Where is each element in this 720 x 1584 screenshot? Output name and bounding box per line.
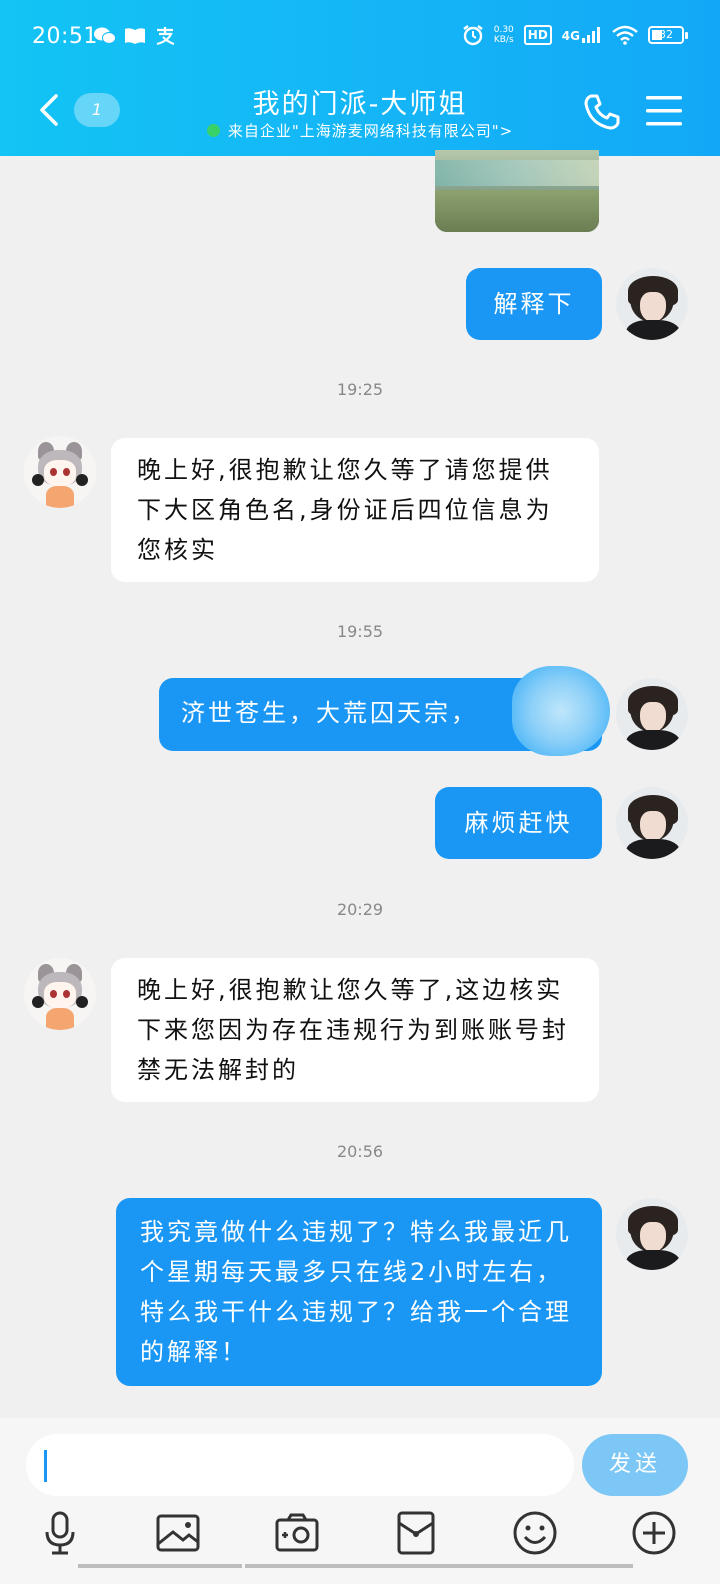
input-bar: 发送 — [0, 1418, 720, 1584]
book-icon — [125, 28, 145, 44]
agent-avatar[interactable] — [24, 436, 96, 508]
message-input[interactable] — [26, 1434, 574, 1496]
plus-icon[interactable] — [631, 1510, 677, 1556]
status-time: 20:51 — [32, 24, 98, 49]
timestamp: 20:29 — [336, 900, 384, 919]
wifi-icon — [612, 25, 638, 45]
chat-header: 20:51 0.30 KB/s HD 4G 32 1 我的门派-大师姐 来自企业… — [0, 0, 720, 156]
message-bubble[interactable]: 晚上好,很抱歉让您久等了,这边核实下来您因为存在违规行为到账账号封禁无法解封的 — [111, 958, 599, 1102]
mic-icon[interactable] — [37, 1510, 83, 1556]
agent-avatar[interactable] — [24, 958, 96, 1030]
text-caret — [44, 1450, 47, 1482]
verified-dot-icon — [206, 124, 220, 137]
user-avatar[interactable] — [616, 268, 688, 340]
user-avatar[interactable] — [616, 787, 688, 859]
alarm-icon — [463, 25, 483, 46]
user-avatar[interactable] — [616, 1198, 688, 1270]
timestamp: 19:25 — [336, 380, 384, 399]
alipay-icon — [156, 27, 175, 46]
message-bubble[interactable]: 解释下 — [466, 268, 602, 340]
scroll-indicator — [245, 1564, 633, 1568]
message-bubble[interactable]: 麻烦赶快 — [435, 787, 602, 859]
timestamp: 19:55 — [336, 622, 384, 641]
menu-icon[interactable] — [646, 94, 682, 128]
battery-icon: 32 — [648, 26, 688, 44]
camera-icon[interactable] — [274, 1510, 320, 1556]
redaction-blur — [512, 666, 610, 756]
phone-icon[interactable] — [582, 92, 622, 132]
send-button[interactable]: 发送 — [582, 1434, 688, 1496]
timestamp: 20:56 — [336, 1142, 384, 1161]
wechat-icon — [94, 27, 116, 44]
scroll-indicator — [78, 1564, 242, 1568]
network-type: 4G — [561, 29, 580, 43]
image-icon[interactable] — [155, 1510, 201, 1556]
emoji-icon[interactable] — [512, 1510, 558, 1556]
user-avatar[interactable] — [616, 678, 688, 750]
signal-icon — [582, 27, 600, 43]
message-bubble[interactable]: 晚上好,很抱歉让您久等了请您提供下大区角色名,身份证后四位信息为您核实 — [111, 438, 599, 582]
net-speed: 0.30 KB/s — [493, 25, 514, 45]
hd-badge: HD — [523, 25, 552, 45]
message-bubble[interactable]: 我究竟做什么违规了？特么我最近几个星期每天最多只在线2小时左右，特么我干什么违规… — [116, 1198, 602, 1386]
red-packet-icon[interactable] — [393, 1510, 439, 1556]
status-bar: 20:51 0.30 KB/s HD 4G 32 — [0, 0, 720, 76]
image-message[interactable] — [435, 150, 599, 232]
